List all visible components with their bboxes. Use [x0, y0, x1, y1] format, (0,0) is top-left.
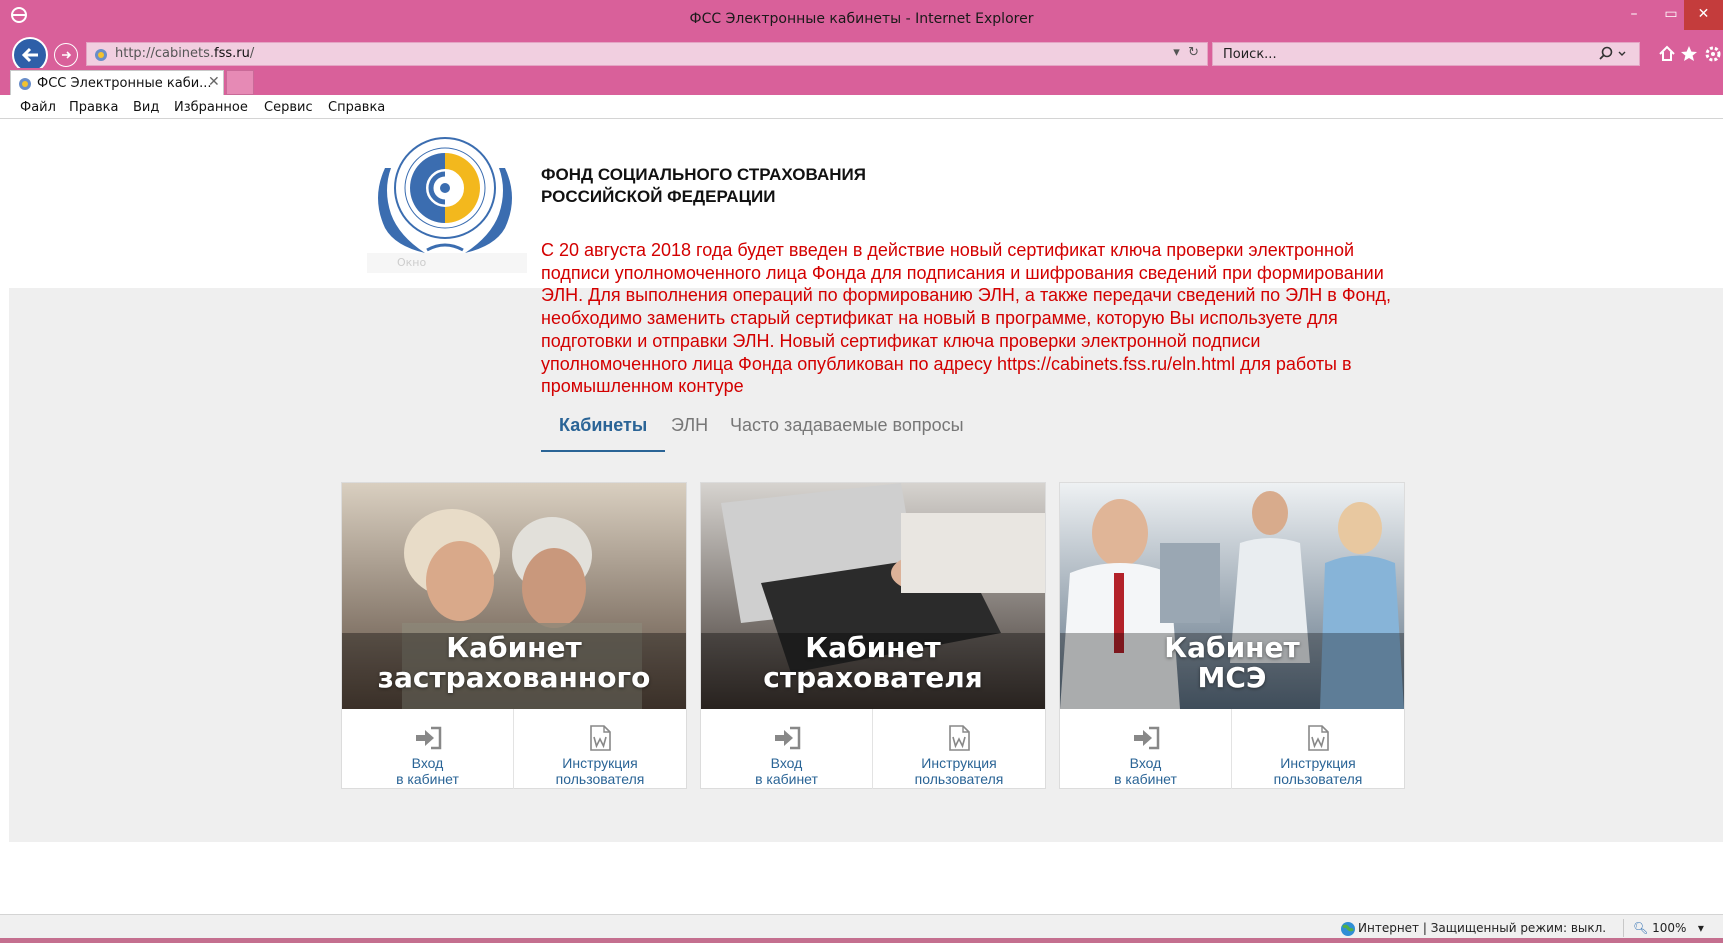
new-tab-button[interactable]	[226, 70, 254, 95]
org-name: ФОНД СОЦИАЛЬНОГО СТРАХОВАНИЯ РОССИЙСКОЙ …	[541, 164, 866, 208]
search-box[interactable]: Поиск...	[1212, 42, 1640, 66]
card-mse-actions: Вход в кабинет Инструкция пользователя	[1060, 709, 1404, 789]
card-policyholder-title: Кабинет страхователя	[763, 631, 983, 694]
menu-edit[interactable]: Правка	[69, 100, 118, 115]
tab-faq[interactable]: Часто задаваемые вопросы	[730, 415, 964, 436]
tab-cabinets[interactable]: Кабинеты	[559, 415, 647, 436]
menu-file[interactable]: Файл	[20, 100, 56, 115]
taskbar-edge	[0, 938, 1723, 943]
card-mse-manual-link[interactable]: Инструкция пользователя	[1232, 709, 1404, 789]
menu-view[interactable]: Вид	[133, 100, 159, 115]
tab-close-icon[interactable]: ✕	[208, 74, 220, 90]
active-tab-indicator	[541, 450, 665, 452]
login-icon	[415, 726, 441, 750]
site-favicon-icon	[95, 49, 107, 61]
tab-title: ФСС Электронные каби...	[37, 76, 212, 91]
address-controls: ▾ ↻	[1173, 45, 1199, 60]
cabinet-cards: Кабинет застрахованного Вход в кабинет И…	[341, 482, 1405, 789]
card-policyholder-actions: Вход в кабинет Инструкция пользователя	[701, 709, 1045, 789]
fss-emblem-logo	[378, 137, 512, 253]
card-insured-image[interactable]: Кабинет застрахованного	[342, 483, 686, 709]
address-bar[interactable]: http://cabinets.fss.ru/ ▾ ↻	[86, 42, 1208, 66]
zoom-icon: 🔍︎	[1633, 921, 1649, 935]
browser-window: ФСС Электронные кабинеты - Internet Expl…	[0, 0, 1723, 943]
dropdown-icon[interactable]: ▾	[1173, 45, 1180, 60]
card-insured-title: Кабинет застрахованного	[377, 631, 651, 694]
word-document-icon	[949, 725, 970, 751]
card-mse-title: Кабинет МСЭ	[1164, 631, 1300, 694]
globe-icon	[1341, 922, 1355, 936]
card-insured-login-link[interactable]: Вход в кабинет	[342, 709, 514, 789]
org-name-line1: ФОНД СОЦИАЛЬНОГО СТРАХОВАНИЯ	[541, 165, 866, 184]
zoom-level[interactable]: 🔍︎ 100% ▾	[1633, 921, 1704, 935]
menu-bar: Файл Правка Вид Избранное Сервис Справка	[0, 95, 1723, 119]
card-policyholder-manual-link[interactable]: Инструкция пользователя	[873, 709, 1045, 789]
security-zone-text[interactable]: Интернет | Защищенный режим: выкл.	[1358, 921, 1606, 935]
address-url[interactable]: http://cabinets.fss.ru/	[115, 46, 254, 61]
card-policyholder-login-link[interactable]: Вход в кабинет	[701, 709, 873, 789]
org-name-line2: РОССИЙСКОЙ ФЕДЕРАЦИИ	[541, 187, 776, 206]
card-mse: Кабинет МСЭ Вход в кабинет Инструкция по…	[1059, 482, 1405, 789]
search-icon[interactable]	[1599, 45, 1629, 63]
star-icon[interactable]	[1681, 46, 1697, 61]
tab-strip: ФСС Электронные каби... ✕	[0, 68, 1723, 95]
card-mse-image[interactable]: Кабинет МСЭ	[1060, 483, 1404, 709]
refresh-icon[interactable]: ↻	[1184, 45, 1199, 60]
card-mse-login-link[interactable]: Вход в кабинет	[1060, 709, 1232, 789]
menu-favorites[interactable]: Избранное	[174, 100, 248, 115]
card-policyholder: Кабинет страхователя Вход в кабинет Инст…	[700, 482, 1046, 789]
page-content: Окно ФОНД СОЦИАЛЬНОГО СТРАХОВАНИЯ РОССИЙ…	[0, 119, 1723, 914]
minimize-button[interactable]: –	[1614, 0, 1654, 30]
search-placeholder: Поиск...	[1223, 47, 1277, 62]
gear-icon[interactable]	[1705, 46, 1721, 62]
forward-button[interactable]	[54, 43, 78, 67]
navigation-bar: http://cabinets.fss.ru/ ▾ ↻ Поиск...	[0, 37, 1723, 73]
browser-tab[interactable]: ФСС Электронные каби... ✕	[10, 70, 224, 95]
window-title: ФСС Электронные кабинеты - Internet Expl…	[689, 11, 1034, 27]
title-bar: ФСС Электронные кабинеты - Internet Expl…	[0, 0, 1723, 39]
close-window-button[interactable]: ✕	[1684, 0, 1723, 30]
tab-favicon-icon	[19, 78, 31, 90]
word-document-icon	[1308, 725, 1329, 751]
menu-tools[interactable]: Сервис	[264, 100, 313, 115]
word-document-icon	[590, 725, 611, 751]
tab-eln[interactable]: ЭЛН	[671, 415, 708, 436]
browser-tools	[1658, 43, 1723, 65]
login-icon	[774, 726, 800, 750]
card-policyholder-image[interactable]: Кабинет страхователя	[701, 483, 1045, 709]
card-insured-actions: Вход в кабинет Инструкция пользователя	[342, 709, 686, 789]
zoom-dropdown-icon[interactable]: ▾	[1690, 921, 1704, 935]
certificate-notice: С 20 августа 2018 года будет введен в де…	[541, 240, 1392, 397]
back-arrow-icon	[21, 47, 38, 63]
forward-arrow-icon	[62, 51, 72, 59]
menu-help[interactable]: Справка	[328, 100, 385, 115]
status-separator	[1623, 919, 1624, 937]
emblem-caption: Окно	[367, 253, 527, 273]
card-insured-manual-link[interactable]: Инструкция пользователя	[514, 709, 686, 789]
login-icon	[1133, 726, 1159, 750]
home-icon[interactable]	[1659, 45, 1675, 61]
card-insured: Кабинет застрахованного Вход в кабинет И…	[341, 482, 687, 789]
